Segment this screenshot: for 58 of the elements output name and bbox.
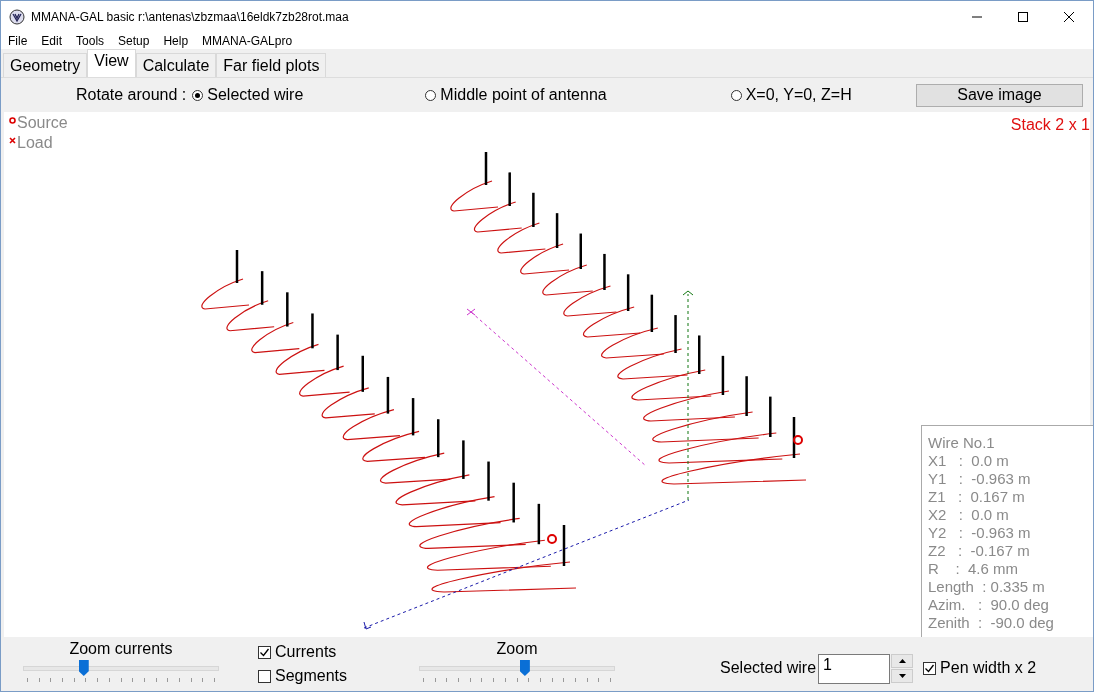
wire-info-line: Wire No.1 [928, 434, 996, 452]
wire-info-line: X1 : 0.0 m [928, 452, 1010, 470]
wire-info-line: R : 4.6 mm [928, 560, 1019, 578]
maximize-icon[interactable] [1017, 10, 1029, 23]
close-icon[interactable] [1063, 10, 1075, 23]
radio-icon[interactable] [425, 89, 437, 101]
caret-down-icon [898, 674, 906, 678]
spin-up-button[interactable] [891, 654, 914, 668]
wire-info-line: Y2 : -0.963 m [928, 524, 1032, 542]
menu-item[interactable]: Tools [76, 33, 105, 48]
wire-info-line: Azim. : 90.0 deg [928, 596, 1050, 614]
zoom-currents-slider[interactable] [23, 658, 219, 682]
legend-label: Source [17, 114, 68, 132]
menu-item[interactable]: Edit [41, 33, 63, 48]
menu-item[interactable]: Help [163, 33, 189, 48]
checkbox[interactable] [923, 661, 937, 675]
menu-item[interactable]: Setup [118, 33, 150, 48]
wire-info-line: X2 : 0.0 m [928, 506, 1010, 524]
slider-thumb[interactable] [78, 660, 89, 676]
radio-option[interactable]: Selected wire [192, 86, 304, 104]
checkbox-option[interactable]: Pen width x 2 [923, 659, 1037, 677]
checkbox[interactable] [258, 669, 271, 683]
selected-wire-field[interactable]: 1 [818, 654, 891, 684]
selected-wire-label: Selected wire [720, 659, 817, 677]
stack-label: Stack 2 x 1 [1010, 116, 1090, 134]
tab[interactable]: Calculate [135, 53, 217, 77]
slider-label: Zoom currents [69, 640, 173, 658]
antenna-logo-icon [9, 8, 25, 25]
load-icon [9, 137, 16, 144]
tab[interactable]: View [87, 49, 136, 77]
zoom-slider[interactable] [419, 658, 616, 682]
window-title: MMANA-GAL basic r:\antenas\zbzmaa\16eldk7zb28rot.maa [31, 9, 350, 24]
radio-icon[interactable] [730, 89, 742, 101]
caret-up-icon [898, 659, 906, 663]
checkbox[interactable] [258, 645, 271, 659]
menu-item[interactable]: MMANA-GALpro [202, 33, 293, 48]
menu-item[interactable]: File [8, 33, 28, 48]
spin-down-button[interactable] [891, 669, 914, 683]
radio-icon[interactable] [192, 89, 204, 101]
tab[interactable]: Geometry [3, 53, 88, 77]
wire-info-line: Zenith : -90.0 deg [928, 614, 1055, 632]
rotate-label: Rotate around : [76, 86, 187, 104]
tab[interactable]: Far field plots [216, 53, 327, 77]
checkbox-option[interactable]: Currents [258, 643, 348, 661]
wire-info-line: Z1 : 0.167 m [928, 488, 1026, 506]
source-icon [9, 117, 16, 124]
radio-option[interactable]: Middle point of antenna [425, 86, 607, 104]
wire-info-line: Y1 : -0.963 m [928, 470, 1032, 488]
slider-thumb[interactable] [519, 660, 530, 676]
wire-info-line: Z2 : -0.167 m [928, 542, 1031, 560]
source-marker-icon [547, 534, 557, 544]
checkbox-option[interactable]: Segments [258, 667, 348, 685]
radio-option[interactable]: X=0, Y=0, Z=H [730, 86, 852, 104]
save-image-button[interactable]: Save image [916, 83, 1083, 107]
source-marker-icon [793, 435, 803, 445]
slider-label: Zoom [496, 640, 538, 658]
legend-label: Load [17, 134, 53, 152]
wire-info-line: Length : 0.335 m [928, 578, 1046, 596]
